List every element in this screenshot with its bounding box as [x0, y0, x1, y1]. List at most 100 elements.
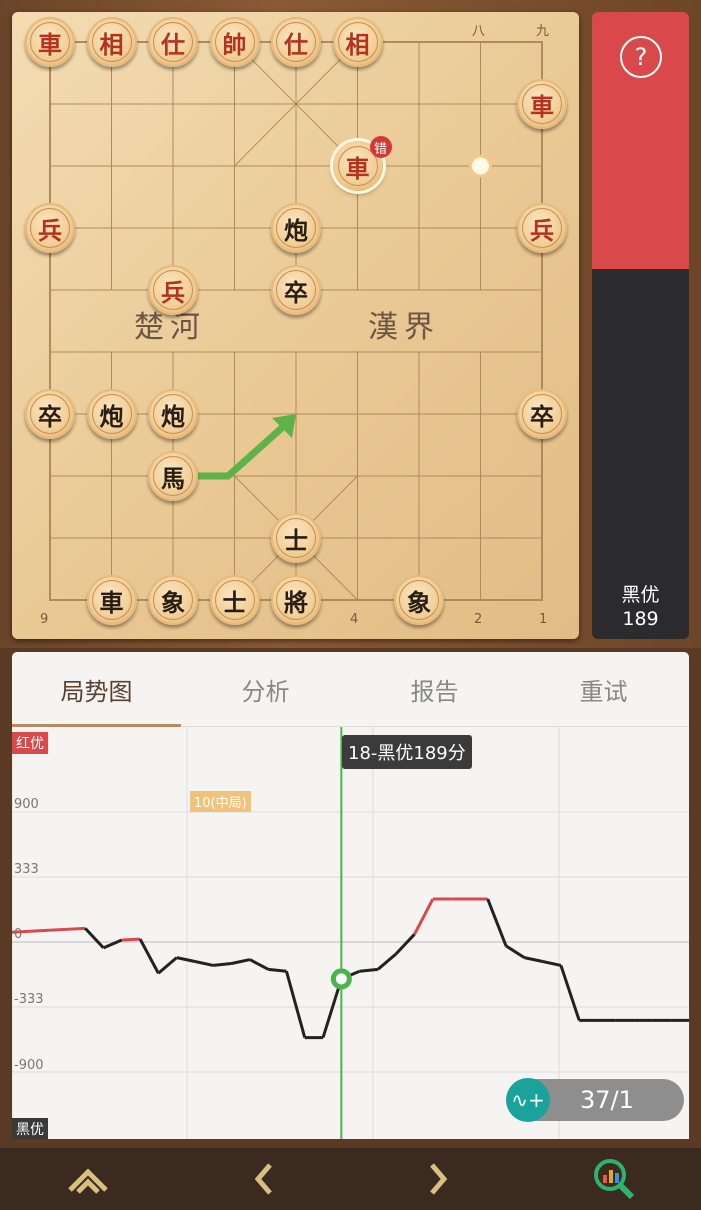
tab-retry[interactable]: 重试	[519, 652, 688, 726]
file-number: 1	[539, 612, 548, 627]
chart-segment	[376, 952, 398, 971]
chart-segment	[231, 958, 251, 965]
chevron-left-icon[interactable]	[234, 1158, 294, 1200]
piece-b-cannon-1[interactable]: 炮	[86, 389, 137, 439]
tab-analysis[interactable]: 分析	[181, 652, 350, 726]
file-number: 9	[40, 612, 49, 627]
chart-segment	[138, 938, 160, 974]
y-tick-label: 0	[14, 927, 23, 942]
piece-char: 士	[214, 580, 255, 620]
piece-char: 車	[30, 22, 70, 62]
piece-b-elephant-1[interactable]: 象	[148, 575, 198, 625]
piece-char: 仕	[153, 22, 193, 62]
advantage-value: 189	[622, 608, 659, 630]
piece-char: 相	[91, 22, 132, 62]
piece-r-elephant-1[interactable]: 相	[86, 17, 137, 67]
chart-segment	[121, 937, 141, 942]
chart-cursor-point[interactable]	[330, 968, 352, 990]
chart-segment	[285, 970, 307, 1039]
file-number: 八	[472, 24, 486, 39]
piece-b-pawn-left[interactable]: 卒	[25, 389, 75, 439]
piece-char: 相	[337, 22, 378, 62]
chevron-right-icon[interactable]	[408, 1158, 468, 1200]
piece-char: 象	[399, 580, 439, 620]
file-number: 九	[536, 24, 550, 39]
tab-situation-chart[interactable]: 局势图	[12, 652, 181, 726]
chart-segment	[359, 967, 379, 973]
file-number: 4	[350, 612, 359, 627]
tab-report[interactable]: 报告	[350, 652, 519, 726]
move-counter-text: 37/1	[580, 1086, 634, 1114]
black-advantage-tag: 黑优	[12, 1118, 48, 1139]
piece-char: 仕	[276, 22, 316, 62]
piece-r-chariot-right[interactable]: 車	[517, 79, 567, 129]
chart-segment	[84, 927, 105, 949]
file-number: 2	[474, 612, 483, 627]
piece-char: 兵	[30, 208, 70, 248]
chart-segment	[102, 938, 123, 950]
advantage-bar: ? 黑优 189	[592, 12, 689, 639]
chart-segment	[413, 898, 435, 935]
advantage-label: 黑优	[621, 584, 660, 606]
chart-segment	[559, 964, 581, 1021]
piece-char: 卒	[522, 394, 562, 434]
piece-char: 卒	[276, 270, 316, 310]
bottom-nav	[0, 1148, 701, 1210]
piece-r-soldier-left[interactable]: 兵	[25, 203, 75, 253]
chess-board[interactable]: 一 八 九 9 4 2 1 楚河 漢界 車相仕帥仕相車車错兵炮兵兵卒卒炮炮卒馬士…	[12, 12, 579, 639]
pulse-plus-icon[interactable]: ∿+	[506, 1078, 550, 1122]
move-arrow	[189, 422, 288, 480]
piece-char: 士	[276, 518, 316, 558]
chart-segment	[486, 898, 508, 947]
y-tick-label: -900	[14, 1058, 44, 1073]
piece-char: 帥	[214, 22, 255, 62]
piece-r-advisor-2[interactable]: 仕	[271, 17, 321, 67]
y-tick-label: -333	[14, 992, 44, 1007]
piece-char: 車	[91, 580, 132, 620]
phase-marker: 10(中局)	[190, 791, 251, 812]
help-icon[interactable]: ?	[620, 36, 662, 78]
piece-b-elephant-2[interactable]: 象	[394, 575, 444, 625]
y-tick-label: 333	[14, 862, 39, 877]
chart-segment	[524, 956, 543, 963]
chart-segment	[395, 933, 416, 955]
piece-b-general[interactable]: 將	[271, 575, 321, 625]
chart-segment	[213, 961, 232, 967]
piece-r-chariot-top-left[interactable]: 車	[25, 17, 75, 67]
piece-char: 兵	[153, 270, 193, 310]
piece-r-soldier-right[interactable]: 兵	[517, 203, 567, 253]
piece-b-advisor-mid[interactable]: 士	[271, 513, 321, 563]
chart-segment	[542, 960, 562, 967]
piece-b-chariot[interactable]: 車	[86, 575, 137, 625]
chevron-double-up-icon[interactable]	[58, 1158, 118, 1200]
chart-segment	[268, 967, 287, 973]
analysis-panel: 局势图 分析 报告 重试 红优 黑优 900 333 0 -333 -900 1…	[12, 652, 689, 1139]
piece-char: 車	[522, 84, 562, 124]
piece-r-elephant-2[interactable]: 相	[332, 17, 383, 67]
river-right-text: 漢界	[368, 310, 440, 345]
piece-char: 將	[276, 580, 316, 620]
piece-b-pawn-right[interactable]: 卒	[517, 389, 567, 439]
chart-segment	[157, 956, 178, 975]
piece-r-advisor-1[interactable]: 仕	[148, 17, 198, 67]
tab-bar: 局势图 分析 报告 重试	[12, 652, 689, 727]
situation-chart[interactable]	[12, 727, 689, 1139]
piece-char: 馬	[153, 456, 193, 496]
piece-char: 炮	[276, 208, 316, 248]
y-tick-label: 900	[14, 797, 39, 812]
piece-b-horse[interactable]: 馬	[148, 451, 198, 501]
piece-b-cannon-mid[interactable]: 炮	[271, 203, 321, 253]
piece-char: 炮	[91, 394, 132, 434]
piece-r-soldier-mid[interactable]: 兵	[148, 265, 198, 315]
magnifier-chart-icon[interactable]	[584, 1158, 644, 1200]
chart-segment	[194, 960, 214, 967]
piece-b-pawn-mid[interactable]: 卒	[271, 265, 321, 315]
piece-char: 炮	[153, 394, 193, 434]
chart-segment	[66, 926, 86, 931]
piece-r-king[interactable]: 帥	[209, 17, 260, 67]
move-counter[interactable]: ∿+ 37/1	[506, 1078, 684, 1122]
move-tooltip: 18-黑优189分	[342, 735, 472, 769]
piece-b-cannon-2[interactable]: 炮	[148, 389, 198, 439]
piece-b-advisor[interactable]: 士	[209, 575, 260, 625]
piece-char: 象	[153, 580, 193, 620]
